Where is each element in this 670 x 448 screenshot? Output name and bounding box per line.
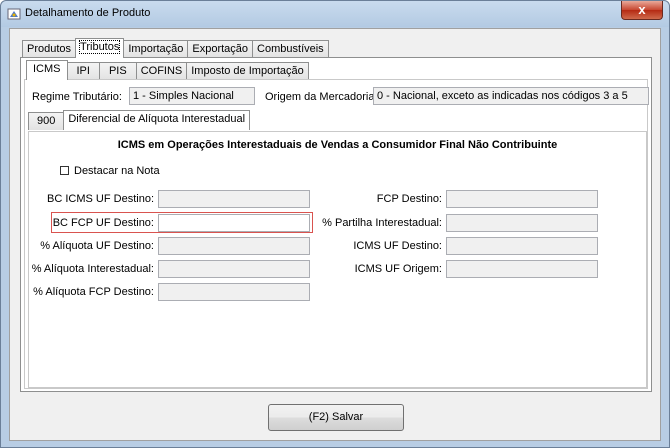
tax-tabstrip: ICMS IPI PIS COFINS Imposto de Importaçã… — [26, 60, 309, 80]
regime-label: Regime Tributário: — [32, 91, 122, 103]
tab-icms[interactable]: ICMS — [26, 60, 68, 80]
tab-label: Diferencial de Alíquota Interestadual — [68, 113, 246, 125]
aliquota-fcp-destino-label: % Alíquota FCP Destino: — [33, 286, 154, 298]
destacar-label: Destacar na Nota — [74, 165, 160, 177]
tab-label: PIS — [108, 65, 127, 77]
difal-panel: ICMS em Operações Interestaduais de Vend… — [28, 131, 647, 388]
regime-field[interactable]: 1 - Simples Nacional — [129, 87, 255, 105]
tab-label: Produtos — [27, 43, 72, 55]
section-title: ICMS em Operações Interestaduais de Vend… — [117, 139, 558, 151]
bc-icms-uf-destino-label: BC ICMS UF Destino: — [47, 193, 154, 205]
tab-diferencial-aliquota[interactable]: Diferencial de Alíquota Interestadual — [63, 110, 251, 130]
window-title: Detalhamento de Produto — [25, 7, 151, 19]
destacar-checkbox[interactable] — [60, 166, 69, 175]
title-bar[interactable]: Detalhamento de Produto x — [1, 1, 669, 27]
tab-label: IPI — [76, 65, 90, 77]
aliquota-fcp-destino-field[interactable] — [158, 283, 310, 301]
tab-900[interactable]: 900 — [28, 112, 65, 130]
tab-label: Tributos — [79, 40, 121, 54]
app-icon — [7, 8, 21, 20]
tab-combustiveis[interactable]: Combustíveis — [252, 40, 329, 58]
aliquota-uf-destino-label: % Alíquota UF Destino: — [40, 240, 154, 252]
close-button[interactable]: x — [621, 1, 663, 20]
tab-produtos[interactable]: Produtos — [22, 40, 77, 58]
fcp-destino-field[interactable] — [446, 190, 598, 208]
app-window: Detalhamento de Produto x Produtos Tribu… — [0, 0, 670, 448]
tab-tributos[interactable]: Tributos — [75, 38, 125, 58]
tab-label: Importação — [128, 43, 184, 55]
icms-uf-origem-field[interactable] — [446, 260, 598, 278]
tab-cofins[interactable]: COFINS — [135, 62, 188, 80]
tab-label: Combustíveis — [257, 43, 324, 55]
origem-label: Origem da Mercadoria: — [265, 91, 378, 103]
icms-sub-tabstrip: 900 Diferencial de Alíquota Interestadua… — [28, 110, 251, 130]
tab-label: COFINS — [140, 65, 183, 77]
main-tabstrip: Produtos Tributos Importação Exportação … — [22, 38, 329, 58]
tab-pis[interactable]: PIS — [98, 62, 137, 80]
aliquota-interestadual-label: % Alíquota Interestadual: — [31, 263, 154, 275]
tab-ipi[interactable]: IPI — [66, 62, 100, 80]
tab-exportacao[interactable]: Exportação — [187, 40, 254, 58]
origem-field[interactable]: 0 - Nacional, exceto as indicadas nos có… — [373, 87, 649, 105]
tributos-panel: ICMS IPI PIS COFINS Imposto de Importaçã… — [20, 57, 652, 392]
partilha-interestadual-field[interactable] — [446, 214, 598, 232]
icms-uf-origem-label: ICMS UF Origem: — [354, 263, 442, 275]
icms-uf-destino-label: ICMS UF Destino: — [353, 240, 442, 252]
bc-fcp-uf-destino-label: BC FCP UF Destino: — [52, 217, 154, 229]
tab-importacao[interactable]: Importação — [123, 40, 189, 58]
tab-label: 900 — [37, 115, 56, 127]
tab-label: ICMS — [33, 63, 61, 75]
aliquota-interestadual-field[interactable] — [158, 260, 310, 278]
tab-label: Imposto de Importação — [191, 65, 304, 77]
bc-fcp-uf-destino-field[interactable] — [158, 214, 310, 232]
icms-panel: Regime Tributário: 1 - Simples Nacional … — [24, 79, 649, 389]
icms-uf-destino-field[interactable] — [446, 237, 598, 255]
client-area: Produtos Tributos Importação Exportação … — [9, 28, 661, 441]
save-button[interactable]: (F2) Salvar — [268, 404, 404, 431]
bc-icms-uf-destino-field[interactable] — [158, 190, 310, 208]
partilha-interestadual-label: % Partilha Interestadual: — [322, 217, 442, 229]
aliquota-uf-destino-field[interactable] — [158, 237, 310, 255]
tab-label: Exportação — [192, 43, 249, 55]
fcp-destino-label: FCP Destino: — [376, 193, 442, 205]
tab-imposto-importacao[interactable]: Imposto de Importação — [186, 62, 309, 80]
